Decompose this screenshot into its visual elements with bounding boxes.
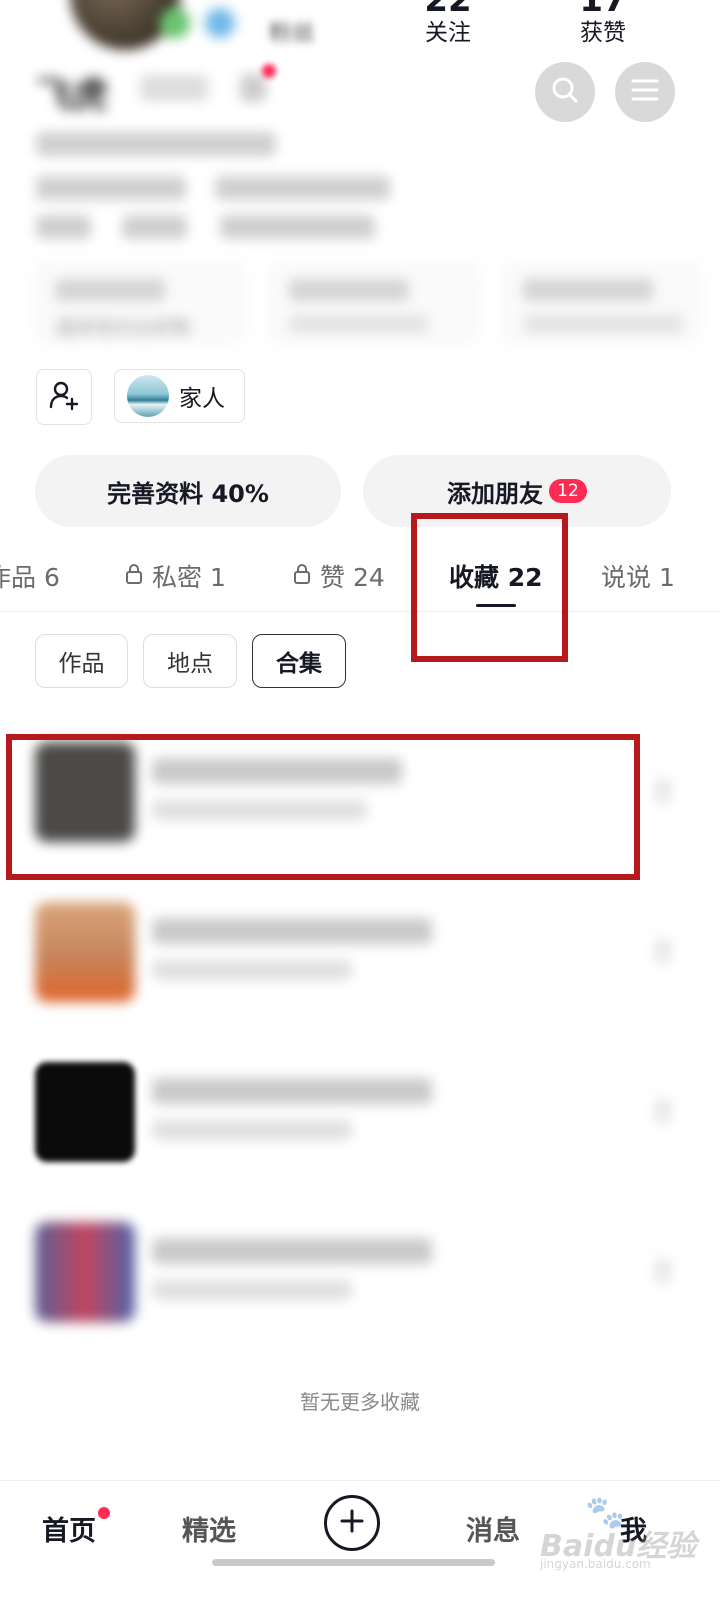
filter-chip-places[interactable]: 地点	[143, 634, 237, 688]
stat-likes-value: 17	[579, 0, 627, 20]
collection-subtitle	[152, 1280, 352, 1300]
profile-bio-line	[215, 176, 390, 200]
collection-thumbnail	[35, 1222, 135, 1322]
complete-profile-label: 完善资料 40%	[107, 479, 269, 508]
profile-nickname: 飞虎	[36, 75, 109, 116]
stat-follow-value: 22	[424, 0, 472, 20]
stat-fans-label: 粉丝	[269, 20, 315, 46]
family-avatar	[127, 375, 169, 417]
collection-title	[152, 1078, 432, 1104]
collection-title	[152, 1238, 432, 1264]
profile-bio-line	[36, 132, 276, 156]
search-button[interactable]	[535, 62, 595, 122]
create-post-button[interactable]	[324, 1495, 380, 1551]
plus-icon	[339, 1508, 365, 1538]
profile-tag-line	[36, 215, 91, 239]
complete-profile-button[interactable]: 完善资料 40%	[35, 455, 341, 527]
tab-private[interactable]: 私密 1	[124, 558, 226, 594]
tab-likes-label: 赞 24	[320, 563, 385, 592]
collection-list-item[interactable]	[0, 1208, 720, 1338]
home-notification-dot	[98, 1507, 110, 1519]
chevron-right-icon	[655, 1098, 671, 1124]
stat-likes[interactable]: 17 获赞	[543, 0, 663, 48]
filter-chip-collections[interactable]: 合集	[252, 634, 346, 688]
filter-chip-label: 合集	[276, 651, 322, 677]
family-button[interactable]: 家人	[114, 369, 245, 423]
add-user-button[interactable]	[36, 369, 92, 425]
profile-tabs: 作品 6 私密 1 赞 24 收藏 22 说说 1	[0, 540, 720, 612]
chevron-right-icon	[655, 938, 671, 964]
collection-thumbnail	[35, 902, 135, 1002]
feature-card-subtitle: 超多性价比好物	[57, 317, 191, 339]
stat-likes-label: 获赞	[580, 20, 626, 46]
chevron-right-icon	[655, 778, 671, 804]
notification-dot	[262, 64, 276, 78]
profile-tag-line	[220, 215, 375, 239]
lock-icon	[124, 562, 144, 591]
collection-subtitle	[152, 960, 352, 980]
edit-icon[interactable]	[240, 74, 266, 102]
collection-subtitle	[152, 1120, 352, 1140]
filter-chip-works[interactable]: 作品	[35, 634, 128, 688]
baidu-watermark: 🐾 Baidu经验 jingyan.baidu.com	[540, 1493, 710, 1573]
collection-list-item[interactable]	[0, 888, 720, 1018]
profile-bio-line	[36, 176, 186, 200]
collection-thumbnail	[35, 1062, 135, 1162]
add-friends-badge: 12	[549, 479, 587, 503]
tab-posts-label: 说说 1	[601, 563, 675, 592]
stat-follow-label: 关注	[425, 20, 471, 46]
collection-list-item[interactable]	[0, 1048, 720, 1178]
no-more-favorites-text: 暂无更多收藏	[300, 1390, 420, 1414]
family-label: 家人	[179, 386, 225, 412]
collection-title	[152, 918, 432, 944]
watermark-site: jingyan.baidu.com	[540, 1557, 651, 1571]
nickname-tag	[140, 75, 208, 101]
profile-tag-line	[122, 215, 187, 239]
nav-messages[interactable]: 消息	[466, 1509, 520, 1548]
stat-fans-value	[232, 0, 352, 18]
home-indicator[interactable]	[212, 1559, 495, 1566]
nav-home[interactable]: 首页	[42, 1509, 96, 1548]
tab-private-label: 私密 1	[152, 563, 226, 592]
lock-icon	[292, 562, 312, 591]
tab-posts[interactable]: 说说 1	[601, 558, 675, 594]
menu-icon	[631, 78, 659, 106]
feature-card[interactable]	[502, 262, 702, 344]
add-user-icon	[48, 379, 80, 415]
avatar-badge-icon	[160, 8, 190, 38]
stat-follow[interactable]: 22 关注	[388, 0, 508, 48]
chevron-right-icon	[655, 1258, 671, 1284]
tab-works-label: 作品 6	[0, 563, 60, 592]
highlight-box-first-collection	[6, 734, 640, 880]
menu-button[interactable]	[615, 62, 675, 122]
add-friends-label: 添加朋友	[447, 479, 543, 508]
nav-featured[interactable]: 精选	[182, 1509, 236, 1548]
avatar-badge-secondary-icon	[205, 8, 235, 38]
tab-likes[interactable]: 赞 24	[292, 558, 385, 594]
stat-fans[interactable]: 粉丝	[232, 0, 352, 48]
filter-chip-label: 地点	[167, 651, 213, 677]
feature-card[interactable]: 超多性价比好物	[34, 262, 246, 344]
search-icon	[550, 75, 580, 109]
tab-works[interactable]: 作品 6	[0, 558, 60, 594]
feature-card[interactable]	[268, 262, 480, 344]
highlight-box-favorites-tab	[411, 513, 568, 662]
filter-chip-label: 作品	[58, 651, 105, 677]
